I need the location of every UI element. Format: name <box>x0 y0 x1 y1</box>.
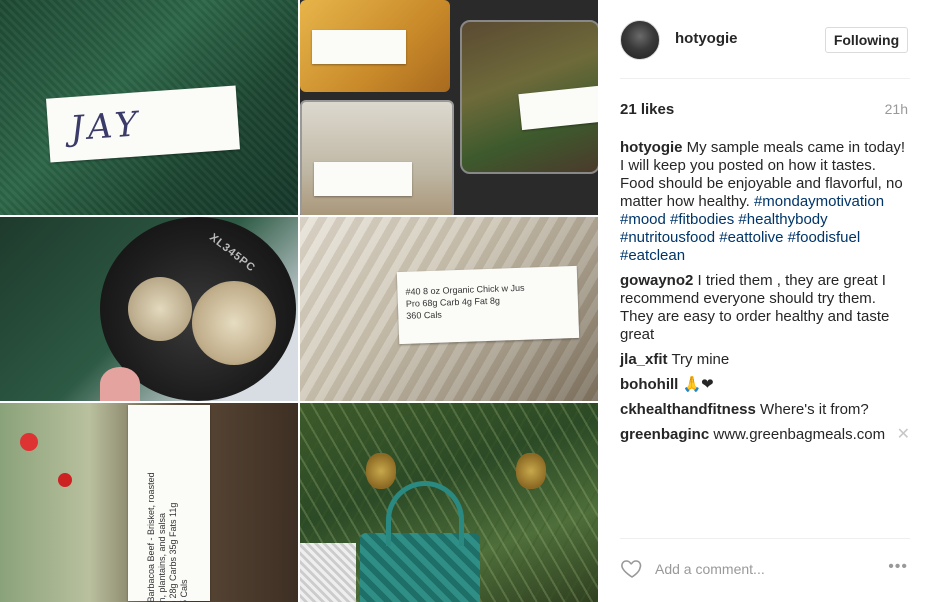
name-tag-label: JAY <box>45 85 241 163</box>
photo-tile-container-top: XL345PC <box>0 217 298 401</box>
photo-tile-bag-tag: JAY <box>0 0 298 215</box>
post-sidebar: hotyogie Following 21 likes 21h hotyogie… <box>598 0 932 602</box>
following-button[interactable]: Following <box>825 27 908 53</box>
comment-username[interactable]: gowayno2 <box>620 272 693 289</box>
photo-tile-pineapple-bag <box>300 403 598 602</box>
comment-item: bohohill 🙏❤ <box>620 376 910 394</box>
footer-divider <box>620 538 910 539</box>
chicken-label-line-2: Pro 68g Carb 4g Fat 8g <box>405 295 501 309</box>
comment-text: www.greenbagmeals.com <box>713 426 886 443</box>
photo-tile-chicken: #40 8 oz Organic Chick w Jus Pro 68g Car… <box>300 217 598 401</box>
more-options-icon[interactable]: ••• <box>888 559 908 575</box>
chicken-meal-label: #40 8 oz Organic Chick w Jus Pro 68g Car… <box>396 265 580 345</box>
beef-label-line-3: Pro 28g Carbs 35g Fats 11g <box>168 502 178 602</box>
add-comment-input[interactable] <box>653 558 867 580</box>
comment-username[interactable]: ckhealthandfitness <box>620 401 756 418</box>
comment-text: Try mine <box>671 351 730 368</box>
post-timestamp[interactable]: 21h <box>885 101 908 117</box>
photo-tile-beef: #1 Barbacoa Beef - Brisket, roasted corn… <box>0 403 298 602</box>
beef-label-line-4: 355 Cals <box>179 579 189 602</box>
avatar[interactable] <box>620 20 660 60</box>
post-header: hotyogie Following <box>620 20 910 62</box>
comment-username[interactable]: bohohill <box>620 376 678 393</box>
comment-text: Where's it from? <box>760 401 869 418</box>
post-photo[interactable]: JAY XL345PC #40 8 oz Organic Chick w Jus <box>0 0 598 602</box>
name-tag-text: JAY <box>68 104 143 150</box>
heart-icon[interactable] <box>620 556 644 580</box>
comment-item: ckhealthandfitness Where's it from? <box>620 401 910 419</box>
comment-item: hotyogie My sample meals came in today! … <box>620 139 910 265</box>
comment-username[interactable]: greenbaginc <box>620 426 709 443</box>
photo-tile-meal-containers <box>300 0 598 215</box>
chicken-label-line-3: 360 Cals <box>406 309 443 321</box>
meal-label-small <box>312 30 406 64</box>
header-divider <box>620 78 910 79</box>
comment-username[interactable]: jla_xfit <box>620 351 668 368</box>
add-comment-bar: ••• <box>620 556 910 584</box>
comment-item: gowayno2 I tried them , they are great I… <box>620 272 910 344</box>
comment-item: jla_xfit Try mine <box>620 351 910 369</box>
beef-meal-label: #1 Barbacoa Beef - Brisket, roasted corn… <box>128 405 210 602</box>
comment-item: greenbaginc www.greenbagmeals.com ✕ <box>620 426 910 444</box>
close-icon[interactable]: ✕ <box>897 426 910 444</box>
beef-label-line-1: #1 Barbacoa Beef - Brisket, roasted <box>146 472 156 602</box>
header-username[interactable]: hotyogie <box>675 30 738 47</box>
likes-count[interactable]: 21 likes <box>620 101 674 118</box>
meal-label-small <box>314 162 412 196</box>
beef-label-line-2: corn, plantains, and salsa <box>157 512 167 602</box>
comment-username[interactable]: hotyogie <box>620 139 683 156</box>
comment-text: 🙏❤ <box>682 376 714 393</box>
comments-list: hotyogie My sample meals came in today! … <box>620 139 910 451</box>
